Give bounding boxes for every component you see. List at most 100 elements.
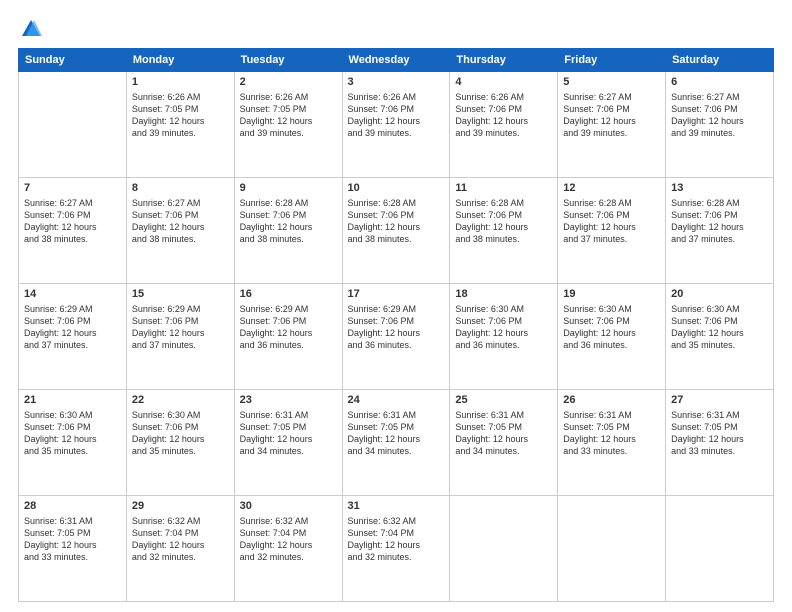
day-detail: Sunrise: 6:31 AM Sunset: 7:05 PM Dayligh… [455,409,552,458]
calendar-cell: 19Sunrise: 6:30 AM Sunset: 7:06 PM Dayli… [558,284,666,390]
day-number: 12 [563,181,660,196]
calendar-cell: 26Sunrise: 6:31 AM Sunset: 7:05 PM Dayli… [558,390,666,496]
calendar-cell: 30Sunrise: 6:32 AM Sunset: 7:04 PM Dayli… [234,496,342,602]
day-detail: Sunrise: 6:28 AM Sunset: 7:06 PM Dayligh… [348,197,445,246]
day-number: 1 [132,75,229,90]
day-number: 16 [240,287,337,302]
day-detail: Sunrise: 6:26 AM Sunset: 7:06 PM Dayligh… [348,91,445,140]
calendar-cell: 18Sunrise: 6:30 AM Sunset: 7:06 PM Dayli… [450,284,558,390]
calendar-cell: 23Sunrise: 6:31 AM Sunset: 7:05 PM Dayli… [234,390,342,496]
calendar-cell: 12Sunrise: 6:28 AM Sunset: 7:06 PM Dayli… [558,178,666,284]
calendar-cell [450,496,558,602]
calendar-cell: 31Sunrise: 6:32 AM Sunset: 7:04 PM Dayli… [342,496,450,602]
day-detail: Sunrise: 6:29 AM Sunset: 7:06 PM Dayligh… [240,303,337,352]
day-number: 9 [240,181,337,196]
day-number: 3 [348,75,445,90]
day-detail: Sunrise: 6:28 AM Sunset: 7:06 PM Dayligh… [240,197,337,246]
calendar-table: SundayMondayTuesdayWednesdayThursdayFrid… [18,48,774,602]
calendar-cell: 25Sunrise: 6:31 AM Sunset: 7:05 PM Dayli… [450,390,558,496]
calendar-cell: 3Sunrise: 6:26 AM Sunset: 7:06 PM Daylig… [342,72,450,178]
calendar-header-wednesday: Wednesday [342,49,450,72]
calendar-cell: 1Sunrise: 6:26 AM Sunset: 7:05 PM Daylig… [126,72,234,178]
day-number: 2 [240,75,337,90]
day-detail: Sunrise: 6:30 AM Sunset: 7:06 PM Dayligh… [132,409,229,458]
calendar-cell: 14Sunrise: 6:29 AM Sunset: 7:06 PM Dayli… [19,284,127,390]
day-detail: Sunrise: 6:31 AM Sunset: 7:05 PM Dayligh… [671,409,768,458]
calendar-cell: 7Sunrise: 6:27 AM Sunset: 7:06 PM Daylig… [19,178,127,284]
page: SundayMondayTuesdayWednesdayThursdayFrid… [0,0,792,612]
calendar-header-saturday: Saturday [666,49,774,72]
day-number: 24 [348,393,445,408]
calendar-cell: 13Sunrise: 6:28 AM Sunset: 7:06 PM Dayli… [666,178,774,284]
calendar-cell: 24Sunrise: 6:31 AM Sunset: 7:05 PM Dayli… [342,390,450,496]
day-number: 13 [671,181,768,196]
calendar-cell: 9Sunrise: 6:28 AM Sunset: 7:06 PM Daylig… [234,178,342,284]
calendar-cell: 8Sunrise: 6:27 AM Sunset: 7:06 PM Daylig… [126,178,234,284]
day-detail: Sunrise: 6:31 AM Sunset: 7:05 PM Dayligh… [563,409,660,458]
day-number: 30 [240,499,337,514]
calendar-cell: 20Sunrise: 6:30 AM Sunset: 7:06 PM Dayli… [666,284,774,390]
day-detail: Sunrise: 6:31 AM Sunset: 7:05 PM Dayligh… [240,409,337,458]
day-number: 17 [348,287,445,302]
calendar-week-4: 28Sunrise: 6:31 AM Sunset: 7:05 PM Dayli… [19,496,774,602]
day-detail: Sunrise: 6:27 AM Sunset: 7:06 PM Dayligh… [671,91,768,140]
day-number: 8 [132,181,229,196]
day-number: 31 [348,499,445,514]
calendar-cell [558,496,666,602]
calendar-header-friday: Friday [558,49,666,72]
day-number: 22 [132,393,229,408]
calendar-header-row: SundayMondayTuesdayWednesdayThursdayFrid… [19,49,774,72]
calendar-header-monday: Monday [126,49,234,72]
calendar-cell: 4Sunrise: 6:26 AM Sunset: 7:06 PM Daylig… [450,72,558,178]
calendar-body: 1Sunrise: 6:26 AM Sunset: 7:05 PM Daylig… [19,72,774,602]
day-detail: Sunrise: 6:26 AM Sunset: 7:05 PM Dayligh… [240,91,337,140]
logo-icon [20,18,42,40]
day-detail: Sunrise: 6:27 AM Sunset: 7:06 PM Dayligh… [24,197,121,246]
day-number: 6 [671,75,768,90]
day-detail: Sunrise: 6:31 AM Sunset: 7:05 PM Dayligh… [348,409,445,458]
day-number: 27 [671,393,768,408]
calendar-cell [666,496,774,602]
day-number: 5 [563,75,660,90]
day-detail: Sunrise: 6:30 AM Sunset: 7:06 PM Dayligh… [563,303,660,352]
day-number: 14 [24,287,121,302]
day-number: 11 [455,181,552,196]
day-number: 4 [455,75,552,90]
day-detail: Sunrise: 6:27 AM Sunset: 7:06 PM Dayligh… [132,197,229,246]
logo [18,18,42,40]
day-detail: Sunrise: 6:30 AM Sunset: 7:06 PM Dayligh… [671,303,768,352]
day-detail: Sunrise: 6:28 AM Sunset: 7:06 PM Dayligh… [563,197,660,246]
day-detail: Sunrise: 6:26 AM Sunset: 7:05 PM Dayligh… [132,91,229,140]
day-number: 10 [348,181,445,196]
day-number: 26 [563,393,660,408]
calendar-cell: 21Sunrise: 6:30 AM Sunset: 7:06 PM Dayli… [19,390,127,496]
calendar-cell: 17Sunrise: 6:29 AM Sunset: 7:06 PM Dayli… [342,284,450,390]
calendar-cell: 22Sunrise: 6:30 AM Sunset: 7:06 PM Dayli… [126,390,234,496]
day-detail: Sunrise: 6:32 AM Sunset: 7:04 PM Dayligh… [348,515,445,564]
day-detail: Sunrise: 6:26 AM Sunset: 7:06 PM Dayligh… [455,91,552,140]
calendar-cell: 6Sunrise: 6:27 AM Sunset: 7:06 PM Daylig… [666,72,774,178]
calendar-cell [19,72,127,178]
day-detail: Sunrise: 6:29 AM Sunset: 7:06 PM Dayligh… [24,303,121,352]
day-detail: Sunrise: 6:30 AM Sunset: 7:06 PM Dayligh… [455,303,552,352]
day-detail: Sunrise: 6:27 AM Sunset: 7:06 PM Dayligh… [563,91,660,140]
day-detail: Sunrise: 6:28 AM Sunset: 7:06 PM Dayligh… [671,197,768,246]
calendar-header-sunday: Sunday [19,49,127,72]
calendar-cell: 10Sunrise: 6:28 AM Sunset: 7:06 PM Dayli… [342,178,450,284]
calendar-cell: 15Sunrise: 6:29 AM Sunset: 7:06 PM Dayli… [126,284,234,390]
calendar-cell: 16Sunrise: 6:29 AM Sunset: 7:06 PM Dayli… [234,284,342,390]
day-detail: Sunrise: 6:29 AM Sunset: 7:06 PM Dayligh… [348,303,445,352]
day-number: 23 [240,393,337,408]
day-detail: Sunrise: 6:30 AM Sunset: 7:06 PM Dayligh… [24,409,121,458]
calendar-cell: 5Sunrise: 6:27 AM Sunset: 7:06 PM Daylig… [558,72,666,178]
day-detail: Sunrise: 6:28 AM Sunset: 7:06 PM Dayligh… [455,197,552,246]
day-detail: Sunrise: 6:29 AM Sunset: 7:06 PM Dayligh… [132,303,229,352]
day-number: 15 [132,287,229,302]
calendar-week-3: 21Sunrise: 6:30 AM Sunset: 7:06 PM Dayli… [19,390,774,496]
calendar-header-tuesday: Tuesday [234,49,342,72]
day-number: 25 [455,393,552,408]
day-number: 21 [24,393,121,408]
day-detail: Sunrise: 6:31 AM Sunset: 7:05 PM Dayligh… [24,515,121,564]
day-number: 7 [24,181,121,196]
calendar-header-thursday: Thursday [450,49,558,72]
